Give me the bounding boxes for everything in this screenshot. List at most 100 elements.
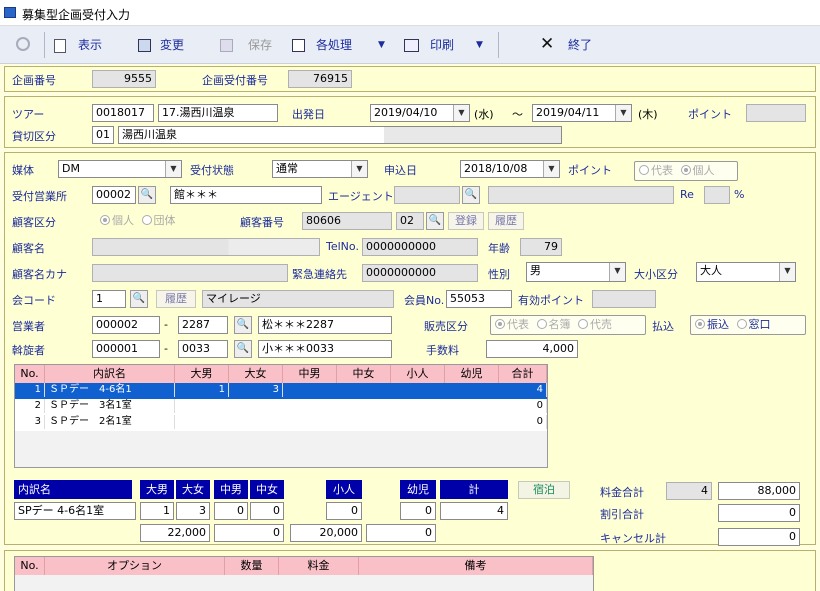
bd-value[interactable]: 1 [140, 502, 174, 520]
search-icon[interactable]: 🔍 [138, 186, 156, 204]
depart-date[interactable]: 2019/04/10 ▼ [370, 104, 470, 122]
status-label: 受付状態 [190, 164, 234, 177]
radio-pay-window[interactable] [736, 319, 747, 329]
search-icon[interactable]: 🔍 [234, 340, 252, 358]
broker-name[interactable]: 小＊＊＊0033 [258, 340, 392, 358]
grid-header[interactable]: 中男 [283, 365, 337, 383]
cust-no[interactable]: 80606 [302, 212, 392, 230]
chevron-down-icon[interactable]: ▼ [165, 161, 181, 177]
table-row[interactable]: 2 ＳＰデー 3名1室 0 [15, 399, 547, 415]
change-button[interactable]: 変更 [160, 35, 184, 55]
grid-header[interactable]: 数量 [225, 557, 279, 575]
depart-dow: (水) [474, 108, 494, 121]
stay-button[interactable]: 宿泊 [518, 481, 570, 499]
history-button[interactable]: 履歴 [488, 212, 524, 230]
bd-amount: 22,000 [140, 524, 210, 542]
bd-value[interactable]: 0 [250, 502, 284, 520]
broker-code[interactable]: 000001 [92, 340, 160, 358]
chevron-down-icon[interactable]: ▼ [351, 161, 367, 177]
sales-sub[interactable]: 2287 [178, 316, 228, 334]
cust-name[interactable] [92, 238, 320, 256]
agent-name[interactable] [488, 186, 674, 204]
bd-value[interactable]: 0 [326, 502, 362, 520]
age-field[interactable]: 79 [520, 238, 562, 256]
chevron-down-icon[interactable]: ▼ [779, 263, 795, 281]
radio-div-proxy[interactable] [578, 319, 588, 329]
table-row[interactable]: 1 ＳＰデー 4-6名1 1 3 4 [15, 383, 547, 399]
register-button[interactable]: 登録 [448, 212, 484, 230]
member-code[interactable]: 1 [92, 290, 126, 308]
chevron-down-icon[interactable]: ▼ [609, 263, 625, 281]
agent-code[interactable] [394, 186, 460, 204]
size-select[interactable]: 大人 ▼ [696, 262, 796, 282]
grid-header[interactable]: オプション [45, 557, 225, 575]
radio-div-rep[interactable] [495, 319, 505, 329]
search-icon[interactable]: 🔍 [426, 212, 444, 230]
cust-sub[interactable]: 02 [396, 212, 424, 230]
batch-menu-button[interactable]: 各処理 [316, 35, 352, 55]
office-code[interactable]: 00002 [92, 186, 136, 204]
grid-header[interactable]: 内訳名 [45, 365, 175, 383]
tour-name[interactable]: 17.湯西川温泉 [158, 104, 278, 122]
broker-sub[interactable]: 0033 [178, 340, 228, 358]
fee-total: 88,000 [718, 482, 800, 500]
charter-name[interactable]: 湯西川温泉 [118, 126, 562, 144]
grid-header[interactable]: 中女 [337, 365, 391, 383]
grid-header[interactable]: 備考 [359, 557, 593, 575]
cust-kana[interactable] [92, 264, 288, 282]
re-field[interactable] [704, 186, 730, 204]
table-row[interactable]: 3 ＳＰデー 2名1室 0 [15, 415, 547, 431]
grid-header[interactable]: 幼児 [445, 365, 499, 383]
radio-div-list[interactable] [536, 319, 547, 329]
grid-header[interactable]: 小人 [391, 365, 445, 383]
search-icon[interactable]: 🔍 [234, 316, 252, 334]
chevron-down-icon[interactable]: ▼ [453, 105, 469, 121]
sales-name[interactable]: 松＊＊＊2287 [258, 316, 392, 334]
search-icon[interactable] [16, 37, 30, 51]
radio-group[interactable] [141, 215, 152, 225]
save-button[interactable]: 保存 [248, 35, 272, 55]
grid-header[interactable]: No. [15, 365, 45, 383]
apply-date[interactable]: 2018/10/08 ▼ [460, 160, 560, 178]
grid-header[interactable]: No. [15, 557, 45, 575]
bd-value[interactable]: 3 [176, 502, 210, 520]
radio-ind[interactable] [680, 165, 691, 175]
chevron-down-icon[interactable]: ▼ [543, 161, 559, 177]
media-select[interactable]: DM ▼ [58, 160, 182, 178]
tel-field[interactable]: 0000000000 [362, 238, 478, 256]
grid-header[interactable]: 料金 [279, 557, 359, 575]
fee-total-label: 料金合計 [600, 486, 644, 499]
emergency-field[interactable]: 0000000000 [362, 264, 478, 282]
uketsuke-label: 企画受付番号 [202, 74, 268, 87]
grid-header[interactable]: 大男 [175, 365, 229, 383]
grid-header[interactable]: 大女 [229, 365, 283, 383]
search-icon[interactable]: 🔍 [462, 186, 480, 204]
bd-value[interactable]: 0 [214, 502, 248, 520]
office-name[interactable]: 館＊＊＊ [170, 186, 322, 204]
return-date[interactable]: 2019/04/11 ▼ [532, 104, 632, 122]
print-menu-button[interactable]: 印刷 [430, 35, 454, 55]
grid-header[interactable]: 合計 [499, 365, 547, 383]
gender-select[interactable]: 男 ▼ [526, 262, 626, 282]
sales-dash: - [164, 318, 168, 331]
radio-pay-transfer[interactable] [695, 319, 705, 329]
member-no[interactable]: 55053 [446, 290, 512, 308]
chevron-down-icon[interactable]: ▼ [615, 105, 631, 121]
exit-button[interactable]: 終了 [568, 35, 592, 55]
search-icon[interactable]: 🔍 [130, 290, 148, 308]
breakdown-grid[interactable]: No. 内訳名 大男 大女 中男 中女 小人 幼児 合計 1 ＳＰデー 4-6名… [14, 364, 548, 468]
charter-code[interactable]: 01 [92, 126, 114, 144]
valid-point-label: 有効ポイント [518, 294, 584, 307]
radio-rep[interactable] [639, 165, 649, 175]
fee-field[interactable]: 4,000 [486, 340, 578, 358]
display-button[interactable]: 表示 [78, 35, 102, 55]
member-history-button[interactable]: 履歴 [156, 290, 196, 308]
tour-code[interactable]: 0018017 [92, 104, 154, 122]
sales-code[interactable]: 000002 [92, 316, 160, 334]
return-dow: (木) [638, 108, 658, 121]
option-grid[interactable]: No. オプション 数量 料金 備考 [14, 556, 594, 591]
radio-individual[interactable] [100, 215, 110, 225]
status-select[interactable]: 通常 ▼ [272, 160, 368, 178]
title-bar: 募集型企画受付入力 [0, 0, 820, 26]
bd-value[interactable]: 0 [400, 502, 436, 520]
